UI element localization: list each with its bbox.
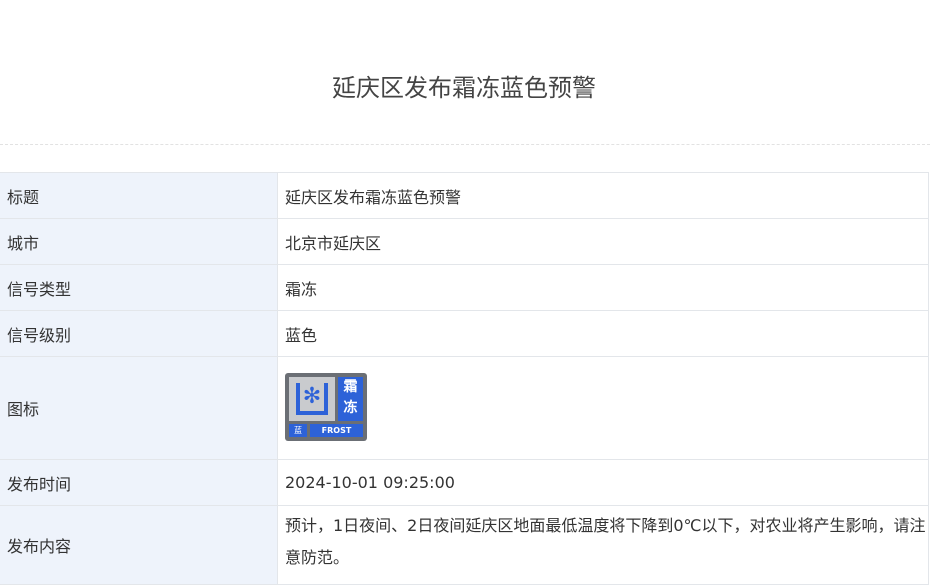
row-label: 信号类型 <box>0 264 278 311</box>
row-label: 图标 <box>0 356 278 460</box>
table-row: 标题 延庆区发布霜冻蓝色预警 <box>0 172 929 219</box>
table-row: 城市 北京市延庆区 <box>0 218 929 265</box>
signal-text-cn: 霜冻 <box>338 377 363 421</box>
row-label: 标题 <box>0 172 278 219</box>
table-row: 发布时间 2024-10-01 09:25:00 <box>0 459 929 506</box>
row-label: 信号级别 <box>0 310 278 357</box>
signal-text-en: FROST <box>310 424 363 437</box>
row-value: 北京市延庆区 <box>277 218 929 265</box>
row-label: 城市 <box>0 218 278 265</box>
divider <box>0 144 930 145</box>
row-value: ✻ 霜冻 蓝 FROST <box>277 356 929 460</box>
snowflake-icon: ✻ <box>289 377 335 421</box>
signal-level-cn: 蓝 <box>289 424 307 437</box>
table-row: 信号级别 蓝色 <box>0 310 929 357</box>
row-label: 发布时间 <box>0 459 278 506</box>
row-value: 蓝色 <box>277 310 929 357</box>
row-value: 预计，1日夜间、2日夜间延庆区地面最低温度将下降到0℃以下，对农业将产生影响，请… <box>277 505 929 585</box>
warning-details-table: 标题 延庆区发布霜冻蓝色预警 城市 北京市延庆区 信号类型 霜冻 信号级别 蓝色 图标 … <box>0 172 929 585</box>
row-label: 发布内容 <box>0 505 278 585</box>
table-row: 图标 ✻ 霜冻 蓝 FROST <box>0 356 929 460</box>
row-value: 2024-10-01 09:25:00 <box>277 459 929 506</box>
frost-blue-warning-icon: ✻ 霜冻 蓝 FROST <box>285 373 367 441</box>
page-title: 延庆区发布霜冻蓝色预警 <box>332 74 596 102</box>
row-value: 延庆区发布霜冻蓝色预警 <box>277 172 929 219</box>
table-row: 发布内容 预计，1日夜间、2日夜间延庆区地面最低温度将下降到0℃以下，对农业将产生… <box>0 505 929 585</box>
row-value: 霜冻 <box>277 264 929 311</box>
table-row: 信号类型 霜冻 <box>0 264 929 311</box>
